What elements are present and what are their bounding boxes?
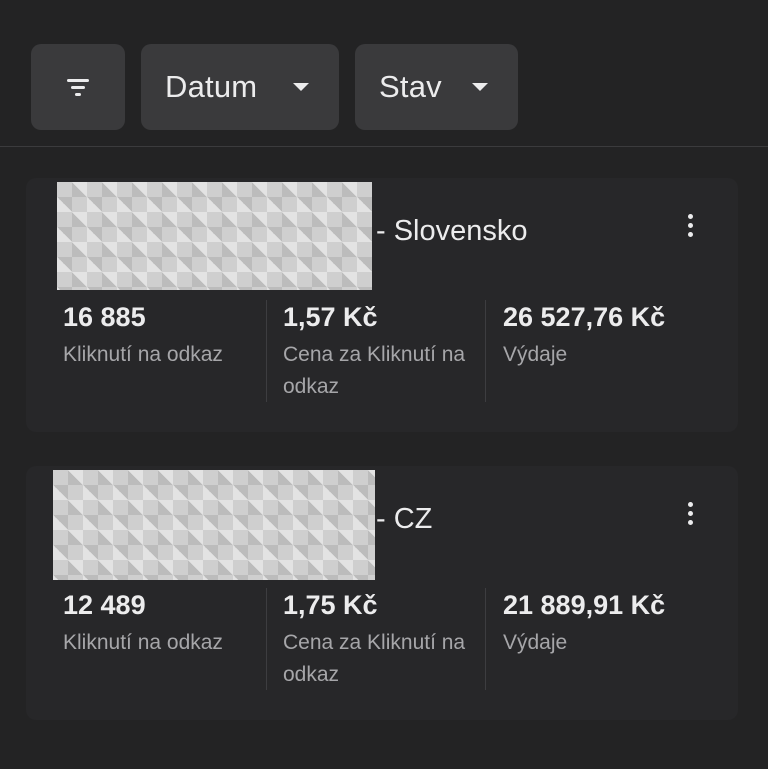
- metric-link-clicks: 12 489 Kliknutí na odkaz: [63, 590, 263, 659]
- campaign-name: - Slovensko: [376, 215, 528, 247]
- divider: [485, 300, 486, 402]
- campaign-name: - CZ: [376, 503, 433, 535]
- metric-cost-per-click: 1,57 Kč Cena za Kliknutí na odkaz: [283, 302, 483, 403]
- filter-button[interactable]: [31, 44, 125, 130]
- metric-value: 26 527,76 Kč: [503, 302, 666, 332]
- campaign-card[interactable]: - Slovensko 16 885 Kliknutí na odkaz 1,5…: [26, 178, 738, 432]
- metric-value: 1,75 Kč: [283, 590, 378, 620]
- caret-down-icon: [293, 83, 309, 91]
- metric-value: 1,57 Kč: [283, 302, 378, 332]
- filter-icon: [67, 76, 89, 98]
- divider: [485, 588, 486, 690]
- metric-value: 16 885: [63, 302, 146, 332]
- metric-label: Kliknutí na odkaz: [63, 343, 223, 366]
- metric-label: Výdaje: [503, 343, 568, 366]
- metric-spend: 26 527,76 Kč Výdaje: [503, 302, 728, 371]
- metric-label: Cena za Kliknutí na odkaz: [283, 343, 466, 398]
- caret-down-icon: [472, 83, 488, 91]
- more-options-icon[interactable]: [686, 214, 694, 240]
- date-dropdown-label: Datum: [165, 69, 258, 104]
- divider: [266, 300, 267, 402]
- metric-label: Kliknutí na odkaz: [63, 631, 223, 654]
- metric-value: 12 489: [63, 590, 146, 620]
- campaign-thumbnail-redacted: [53, 470, 375, 580]
- status-dropdown[interactable]: Stav: [355, 44, 518, 130]
- status-dropdown-label: Stav: [379, 69, 442, 104]
- metric-spend: 21 889,91 Kč Výdaje: [503, 590, 728, 659]
- metric-label: Výdaje: [503, 631, 568, 654]
- campaign-thumbnail-redacted: [57, 182, 372, 290]
- divider: [266, 588, 267, 690]
- metric-value: 21 889,91 Kč: [503, 590, 666, 620]
- date-dropdown[interactable]: Datum: [141, 44, 339, 130]
- filter-toolbar: Datum Stav: [0, 0, 768, 147]
- campaign-card[interactable]: - CZ 12 489 Kliknutí na odkaz 1,75 Kč Ce…: [26, 466, 738, 720]
- metric-cost-per-click: 1,75 Kč Cena za Kliknutí na odkaz: [283, 590, 483, 691]
- more-options-icon[interactable]: [686, 502, 694, 528]
- metric-label: Cena za Kliknutí na odkaz: [283, 631, 466, 686]
- metric-link-clicks: 16 885 Kliknutí na odkaz: [63, 302, 263, 371]
